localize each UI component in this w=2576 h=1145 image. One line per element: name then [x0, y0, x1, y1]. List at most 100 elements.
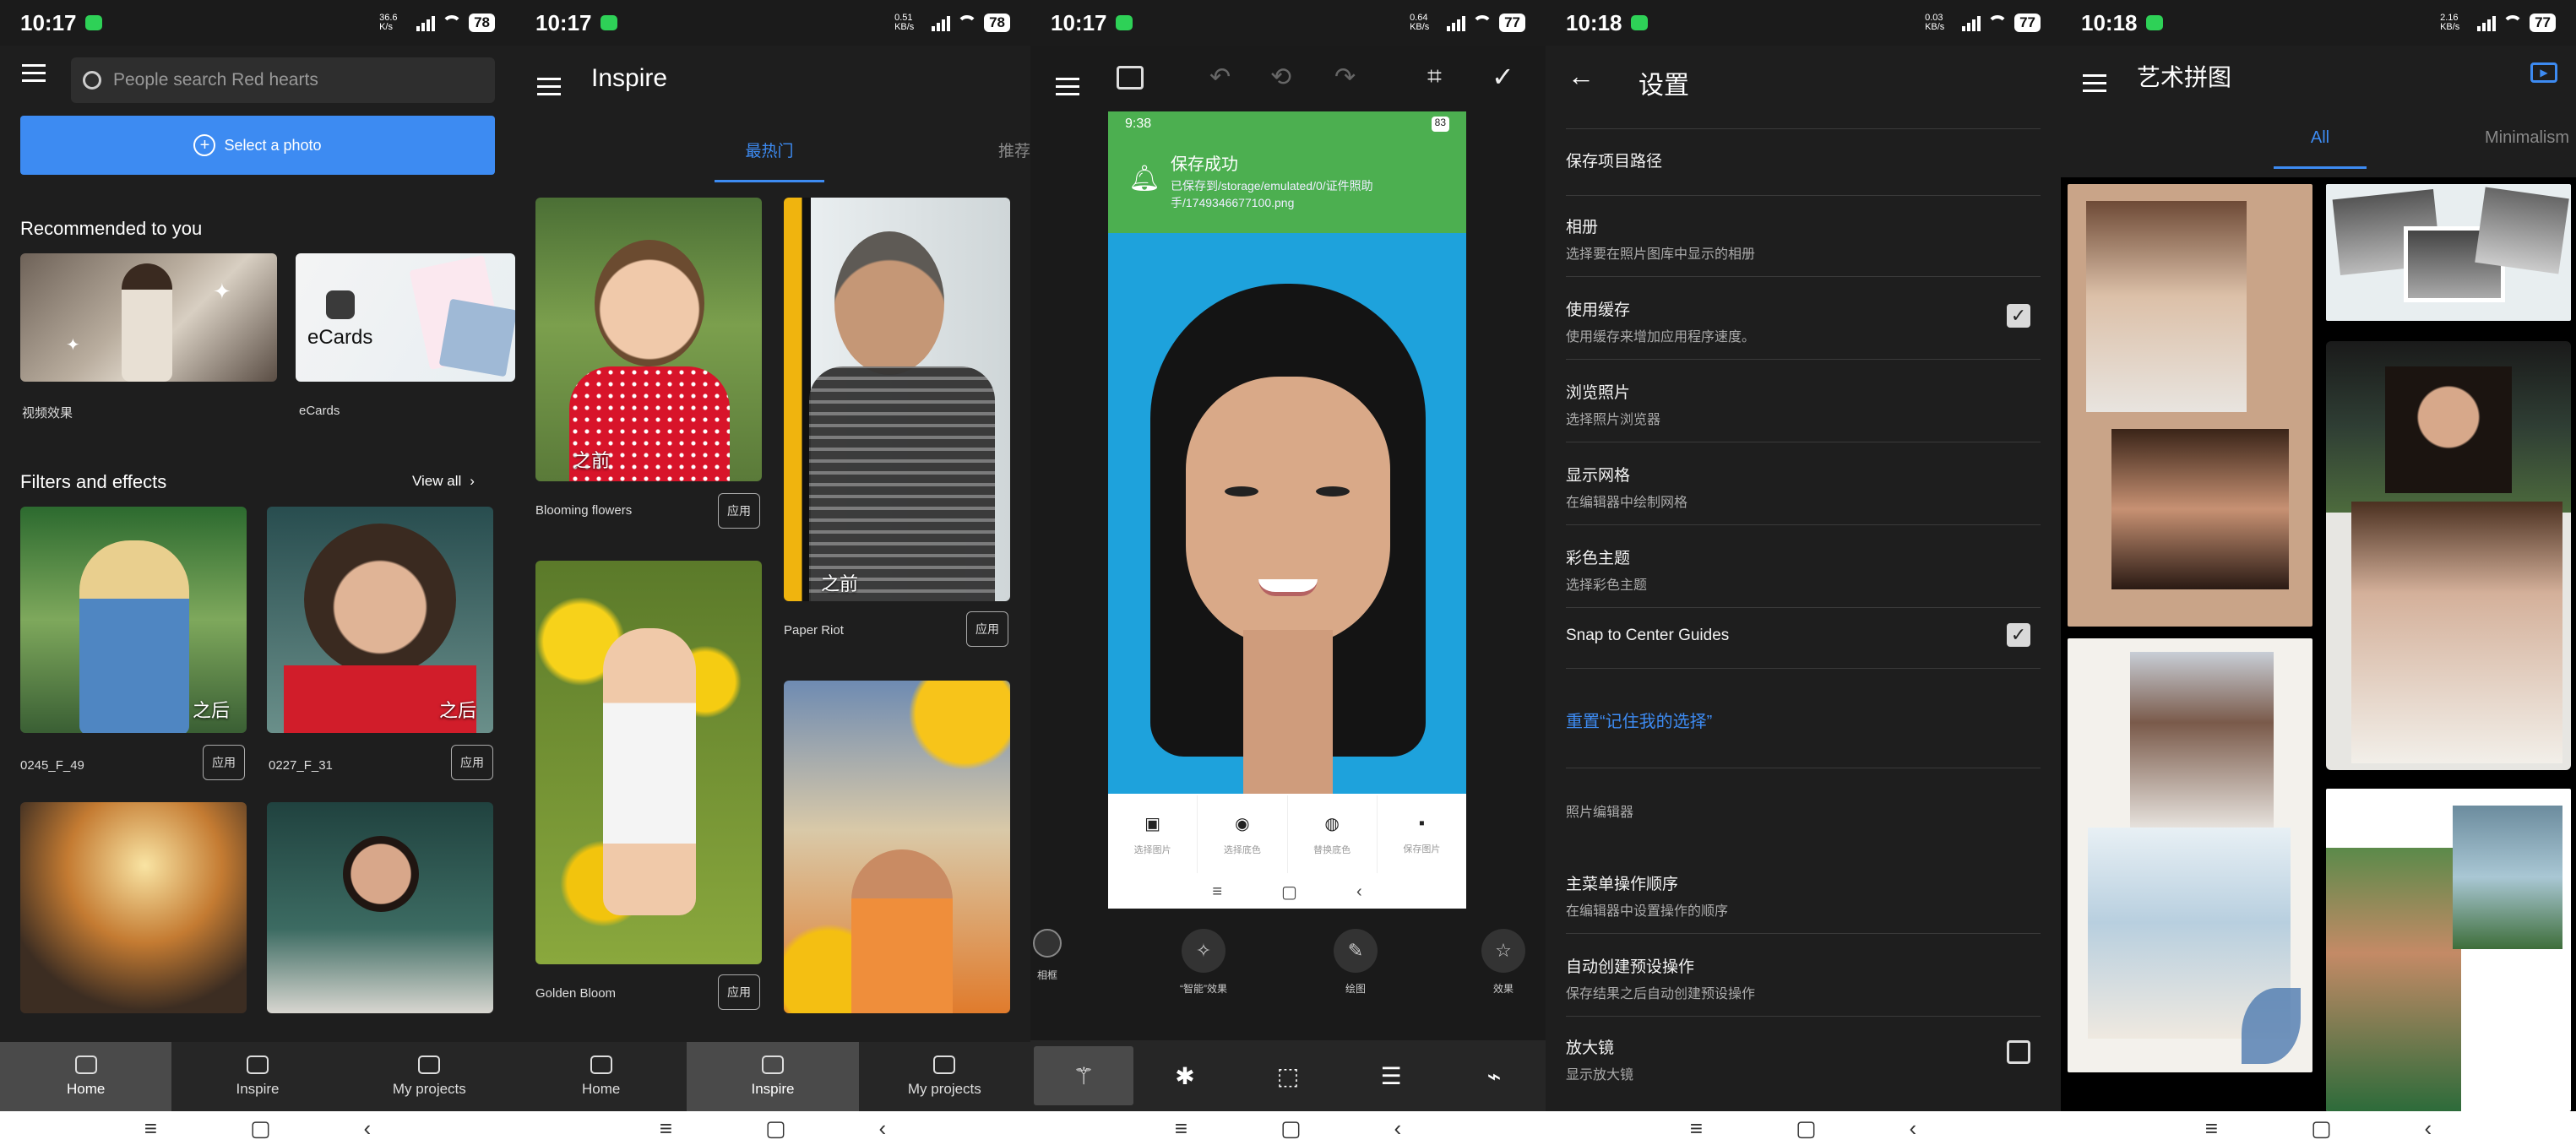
crop-icon[interactable]: ⌗	[1427, 62, 1442, 91]
nav-home[interactable]: Home	[515, 1042, 687, 1111]
setting-auto-preset[interactable]: 自动创建预设操作 保存结果之后自动创建预设操作	[1566, 954, 2041, 1017]
home-sys-icon[interactable]: ▢	[250, 1115, 271, 1142]
setting-title: 浏览照片	[1566, 384, 1631, 402]
page-title: 设置	[1639, 72, 1689, 100]
wifi-icon	[442, 15, 463, 30]
collage-thumb-beach[interactable]	[2068, 638, 2312, 1072]
neck	[1243, 630, 1333, 794]
home-sys-icon[interactable]: ▢	[1796, 1115, 1817, 1142]
undo-icon[interactable]: ↶	[1209, 62, 1231, 92]
view-all-link[interactable]: View all ›	[412, 473, 475, 490]
video-icon[interactable]: ▶	[2530, 62, 2557, 83]
apply-button[interactable]: 应用	[718, 974, 760, 1010]
apply-button[interactable]: 应用	[203, 745, 245, 780]
back-icon[interactable]: ‹	[1910, 1115, 1917, 1142]
mouth	[1258, 579, 1318, 596]
tool-effects[interactable]: ☆ 效果	[1470, 929, 1537, 996]
collage-thumb-leaves[interactable]	[2326, 341, 2571, 770]
tab-all[interactable]: All	[2274, 128, 2367, 169]
setting-browse[interactable]: 浏览照片 选择照片浏览器	[1566, 380, 2041, 442]
tool-frame[interactable]: 相框	[1030, 929, 1064, 982]
preview-icon[interactable]	[1117, 66, 1144, 90]
apply-button[interactable]: 应用	[718, 493, 760, 529]
setting-theme[interactable]: 彩色主题 选择彩色主题	[1566, 545, 2041, 608]
nav-my-projects[interactable]: My projects	[859, 1042, 1030, 1111]
recents-icon[interactable]: ≡	[1690, 1115, 1703, 1142]
canvas-area[interactable]: 9:38 83 🔔︎ 保存成功 已保存到/storage/emulated/0/…	[1108, 111, 1466, 909]
inspire-thumb-girl-flowers[interactable]	[535, 561, 762, 964]
after-label: 之后	[438, 700, 476, 721]
tab-retouch[interactable]: ✱	[1133, 1062, 1236, 1090]
recents-icon[interactable]: ≡	[144, 1115, 157, 1142]
checkbox-cache[interactable]: ✓	[2007, 304, 2030, 328]
recents-icon[interactable]: ≡	[2205, 1115, 2218, 1142]
tab-magic-wand[interactable]: ⚚	[1034, 1046, 1133, 1105]
menu-icon[interactable]	[22, 56, 46, 82]
tab-recommend[interactable]: 推荐	[998, 138, 1030, 161]
tab-bandage[interactable]: ⌁	[1443, 1062, 1546, 1090]
filter-thumb-portrait[interactable]	[267, 802, 493, 1013]
tab-label: Minimalism	[2485, 128, 2569, 147]
home-sys-icon[interactable]: ▢	[1280, 1115, 1302, 1142]
back-icon[interactable]: ‹	[364, 1115, 372, 1142]
inspire-thumb-girl-red[interactable]: 之前	[535, 198, 762, 481]
ecards-thumb[interactable]: eCards	[296, 253, 515, 382]
home-sys-icon[interactable]: ▢	[765, 1115, 786, 1142]
recents-icon[interactable]: ≡	[660, 1115, 672, 1142]
setting-cache[interactable]: 使用缓存 使用缓存来增加应用程序速度。 ✓	[1566, 297, 2041, 360]
back-icon[interactable]: ‹	[1394, 1115, 1402, 1142]
setting-grid[interactable]: 显示网格 在编辑器中绘制网格	[1566, 463, 2041, 525]
search-bar[interactable]: People search Red hearts	[71, 57, 495, 103]
menu-icon[interactable]	[1056, 69, 1079, 95]
inner-action-select-color[interactable]: ◉ 选择底色	[1198, 795, 1288, 873]
checkbox-snap[interactable]: ✓	[2007, 623, 2030, 647]
wechat-icon	[600, 15, 617, 30]
panel-editor: 10:17 0.64 KB/s 77 ↶ ⟲ ↷ ⌗ ✓ 9:38 83 🔔︎ …	[1030, 0, 1546, 1145]
inner-action-replace-color[interactable]: ◍ 替换底色	[1288, 795, 1378, 873]
select-photo-button[interactable]: + Select a photo	[20, 116, 495, 175]
tab-hot[interactable]: 最热门	[715, 138, 824, 182]
photo-top	[2130, 652, 2274, 829]
inspire-thumb-sunflowers[interactable]	[784, 681, 1010, 1013]
tool-smart-effect[interactable]: ✧ “智能”效果	[1157, 929, 1250, 996]
checkbox-magnifier[interactable]	[2007, 1040, 2030, 1064]
filter-thumb-girl[interactable]: 之后	[20, 507, 247, 733]
menu-icon[interactable]	[537, 69, 561, 95]
filter-thumb-sunset[interactable]	[20, 802, 247, 1013]
filter-thumb-woman[interactable]: 之后	[267, 507, 493, 733]
menu-icon[interactable]	[2083, 66, 2106, 92]
video-effects-thumb[interactable]: ✦ ✦	[20, 253, 277, 382]
inner-action-save[interactable]: ▪ 保存图片	[1378, 795, 1466, 873]
collage-thumb-bw[interactable]	[2326, 184, 2571, 321]
setting-magnifier[interactable]: 放大镜 显示放大镜	[1566, 1035, 2041, 1086]
home-sys-icon[interactable]: ▢	[2311, 1115, 2332, 1142]
setting-menu-order[interactable]: 主菜单操作顺序 在编辑器中设置操作的顺序	[1566, 871, 2041, 934]
tab-select[interactable]: ⬚	[1236, 1062, 1340, 1090]
setting-snap[interactable]: Snap to Center Guides ✓	[1566, 623, 2041, 669]
setting-album[interactable]: 相册 选择要在照片图库中显示的相册	[1566, 214, 2041, 277]
recents-icon[interactable]: ≡	[1175, 1115, 1187, 1142]
nav-inspire[interactable]: Inspire	[687, 1042, 859, 1111]
back-arrow-icon[interactable]: ←	[1568, 61, 1595, 92]
nav-home[interactable]: Home	[0, 1042, 172, 1111]
back-icon[interactable]: ‹	[2425, 1115, 2432, 1142]
collage-thumb-friends[interactable]	[2326, 789, 2571, 1111]
tool-draw[interactable]: ✎ 绘图	[1318, 929, 1394, 996]
setting-title: 使用缓存	[1566, 301, 1631, 319]
apply-button[interactable]: 应用	[451, 745, 493, 780]
nav-inspire[interactable]: Inspire	[171, 1042, 343, 1111]
inner-action-select-image[interactable]: ▣ 选择图片	[1108, 795, 1198, 873]
setting-save-path[interactable]: 保存项目路径	[1566, 149, 2041, 196]
redo-icon[interactable]: ↷	[1334, 62, 1356, 92]
apply-button[interactable]: 应用	[966, 611, 1008, 647]
setting-reset-choices[interactable]: 重置“记住我的选择”	[1566, 708, 2041, 768]
history-icon[interactable]: ⟲	[1270, 62, 1291, 92]
tab-adjust[interactable]: ☰	[1340, 1062, 1443, 1090]
nav-my-projects[interactable]: My projects	[344, 1042, 515, 1111]
inspire-thumb-man[interactable]: 之前	[784, 198, 1010, 601]
page-title: 艺术拼图	[2137, 64, 2232, 90]
back-icon[interactable]: ‹	[879, 1115, 887, 1142]
tab-minimalism[interactable]: Minimalism	[2485, 128, 2569, 148]
check-icon[interactable]: ✓	[1492, 61, 1514, 93]
collage-thumb-beige[interactable]	[2068, 184, 2312, 627]
